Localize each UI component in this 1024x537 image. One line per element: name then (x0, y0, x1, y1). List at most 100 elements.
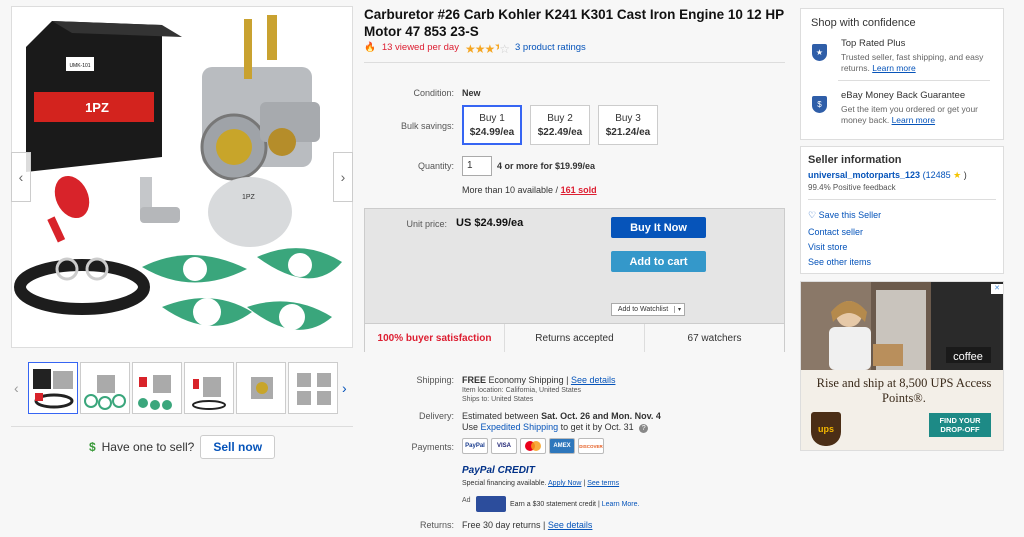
seller-name-link[interactable]: universal_motorparts_123 (808, 170, 920, 180)
delivery-pre: Estimated between (462, 411, 539, 421)
thumbnail-1[interactable] (28, 362, 78, 414)
flame-icon: 🔥 (364, 41, 376, 53)
ad-photo: coffee (801, 282, 1003, 370)
bulk-option-1[interactable]: Buy 1 $24.99/ea (462, 105, 522, 145)
thumb-prev-icon[interactable]: ‹ (14, 380, 19, 396)
save-seller-row[interactable]: ♡ Save this Seller (808, 210, 881, 221)
bulk-option-3[interactable]: Buy 3 $21.24/ea (598, 105, 658, 145)
discover-logo-icon: DISCOVER (578, 438, 604, 454)
box-model-text: UMK-101 (69, 63, 90, 69)
expedited-shipping-link[interactable]: Expedited Shipping (481, 422, 559, 432)
buy-it-now-button[interactable]: Buy It Now (611, 217, 706, 238)
money-back-title: eBay Money Back Guarantee (841, 90, 966, 101)
expedited-row: Use Expedited Shipping to get it by Oct.… (462, 422, 649, 433)
ups-advertisement[interactable]: coffee ✕ Rise and ship at 8,500 UPS Acce… (800, 281, 1004, 451)
thumb-next-icon[interactable]: › (342, 380, 347, 396)
part-label: 1PZ (242, 194, 256, 201)
top-rated-title: Top Rated Plus (841, 38, 906, 49)
prev-image-arrow[interactable]: ‹ (11, 152, 31, 202)
top-rated-desc: Trusted seller, fast shipping, and easy … (841, 52, 999, 74)
financing-text: Special financing available. (462, 480, 547, 487)
contact-seller-link[interactable]: Contact seller (808, 227, 863, 237)
returns-see-details-link[interactable]: See details (548, 520, 593, 530)
save-seller-link[interactable]: Save this Seller (819, 210, 882, 220)
delivery-label: Delivery: (418, 411, 454, 421)
availability-text: More than 10 available / (462, 185, 559, 195)
sell-box: $ Have one to sell? Sell now (11, 426, 353, 466)
financing-row: Special financing available. Apply Now |… (462, 480, 620, 487)
money-back-learn-more-link[interactable]: Learn more (892, 115, 935, 125)
thumbnail-5[interactable] (236, 362, 286, 414)
ships-to: Ships to: United States (462, 396, 534, 403)
quantity-input[interactable]: 1 (462, 156, 492, 176)
returns-label: Returns: (419, 520, 454, 530)
product-meta-row: 🔥 13 viewed per day ★★★★☆ 3 product rati… (364, 39, 586, 56)
watchlist-label: Add to Watchlist (617, 306, 669, 313)
expedited-pre: Use (462, 422, 479, 432)
bulk-price: $21.24/ea (605, 127, 651, 138)
chevron-left-icon: ‹ (18, 169, 24, 185)
next-image-arrow[interactable]: › (333, 152, 353, 202)
viewed-per-day: 13 viewed per day (381, 41, 459, 53)
stats-row: 100% buyer satisfaction Returns accepted… (365, 323, 784, 352)
help-icon[interactable]: ? (639, 424, 649, 433)
float-bowl (208, 177, 292, 247)
condition-label: Condition: (413, 88, 454, 98)
quantity-label: Quantity: (417, 161, 454, 171)
see-other-items-link[interactable]: See other items (808, 257, 871, 267)
product-ratings-link[interactable]: 3 product ratings (515, 42, 586, 53)
bulk-price: $22.49/ea (537, 127, 583, 138)
returns-accepted: Returns accepted (535, 332, 614, 344)
apply-now-link[interactable]: Apply Now (548, 480, 581, 487)
add-to-cart-button[interactable]: Add to cart (611, 251, 706, 272)
ad-choices-icon[interactable]: ✕ (991, 284, 1003, 294)
unit-price: US $24.99/ea (456, 217, 524, 229)
see-terms-link[interactable]: See terms (587, 480, 619, 487)
mastercard-circles (525, 441, 541, 451)
coffee-sign-text: coffee (953, 351, 983, 363)
item-location: Item location: California, United States (462, 387, 582, 394)
learn-more-link[interactable]: Learn More. (602, 501, 640, 508)
top-rated-shield-icon: ★ (812, 44, 827, 61)
thumbnail-2[interactable] (80, 362, 130, 414)
amex-logo-icon: AMEX (549, 438, 575, 454)
paypal-logo-icon: PayPal (462, 438, 488, 454)
star-rating-icon[interactable]: ★★★★☆ (465, 39, 510, 56)
shipping-see-details-link[interactable]: See details (571, 375, 616, 385)
ad-offer-text: Earn a $30 statement credit | (510, 501, 600, 508)
seller-score-end: ) (963, 170, 967, 180)
find-drop-off-button[interactable]: FIND YOUR DROP-OFF (929, 413, 991, 437)
add-to-watchlist-button[interactable]: Add to Watchlist ▾ (611, 303, 685, 316)
ad-offer-row: Earn a $30 statement credit | Learn More… (510, 501, 639, 508)
product-illustration: 1PZ UMK-101 1PZ (14, 15, 342, 330)
confidence-title: Shop with confidence (811, 17, 916, 29)
sell-now-button[interactable]: Sell now (200, 434, 276, 459)
dollar-icon: $ (88, 439, 96, 454)
thumbnail-6[interactable] (288, 362, 338, 414)
top-rated-learn-more-link[interactable]: Learn more (872, 63, 915, 73)
condition-value: New (462, 88, 481, 98)
shipping-method: Economy Shipping | (488, 375, 569, 385)
chevron-right-icon: › (340, 169, 346, 185)
bulk-option-2[interactable]: Buy 2 $22.49/ea (530, 105, 590, 145)
box-brand-text: 1PZ (85, 100, 109, 115)
delivery-dates: Sat. Oct. 26 and Mon. Nov. 4 (541, 411, 661, 421)
main-product-image[interactable]: 1PZ UMK-101 1PZ (11, 6, 353, 348)
sold-count-link[interactable]: 161 sold (561, 185, 597, 195)
credit-card-icon (476, 496, 506, 512)
shipping-free: FREE (462, 375, 487, 385)
seller-score-link[interactable]: (12485 (923, 170, 951, 180)
seller-divider (808, 199, 996, 200)
bulk-name: Buy 1 (479, 113, 505, 124)
ad-label: Ad (462, 497, 471, 504)
thumbnail-3[interactable] (132, 362, 182, 414)
buy-box: Unit price: US $24.99/ea Buy It Now Add … (364, 208, 785, 352)
paypal-credit-logo: PayPal CREDIT (462, 465, 535, 476)
chevron-down-icon[interactable]: ▾ (674, 306, 684, 313)
returns-row: Free 30 day returns | See details (462, 520, 592, 530)
thumbnail-4[interactable] (184, 362, 234, 414)
ad-headline: Rise and ship at 8,500 UPS Access Points… (816, 376, 992, 405)
visit-store-link[interactable]: Visit store (808, 242, 847, 252)
returns-text: Free 30 day returns | (462, 520, 546, 530)
watchers-count: 67 watchers (687, 332, 742, 344)
